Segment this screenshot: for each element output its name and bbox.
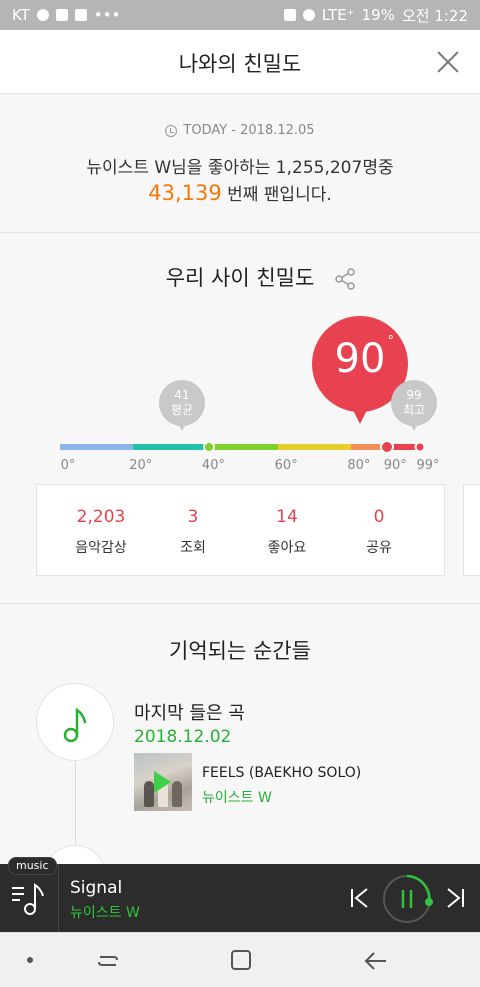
- max-bubble: 99 최고: [391, 380, 437, 431]
- fan-rank-suffix: 번째 팬입니다.: [227, 185, 332, 205]
- moment-date: 2018.12.02: [134, 727, 232, 747]
- intimacy-section: 우리 사이 친밀도 90 ° 41 평균 99 최고 0° 20° 40° 60° 80…: [0, 234, 480, 604]
- scale-segment: [60, 444, 133, 450]
- stat-value: 14: [276, 507, 298, 527]
- network-label: LTE⁺: [321, 6, 355, 24]
- silent-icon: [283, 9, 296, 21]
- stat-label: 공유: [366, 540, 392, 556]
- gallery-icon: [55, 9, 68, 21]
- stat-label: 조회: [180, 540, 206, 556]
- stat-listening: 2,203 음악감상: [51, 507, 151, 557]
- player-artist[interactable]: 뉴이스트 W: [70, 902, 140, 922]
- max-marker: [414, 441, 426, 453]
- stats-card: 2,203 음악감상 3 조회 14 좋아요 0 공유: [36, 484, 445, 576]
- scale-tick-label: 40°: [201, 458, 225, 473]
- intimacy-scale-bar: [60, 444, 420, 450]
- carrier-label: KT: [12, 6, 30, 24]
- fan-rank-number: 43,139: [148, 181, 222, 205]
- song-artist[interactable]: 뉴이스트 W: [202, 787, 272, 807]
- song-title[interactable]: FEELS (BAEKHO SOLO): [202, 765, 361, 781]
- stat-likes: 14 좋아요: [237, 507, 337, 557]
- clock-label: 오전 1:22: [401, 6, 468, 25]
- mini-player[interactable]: Signal 뉴이스트 W: [0, 864, 480, 932]
- nav-dot-icon[interactable]: [27, 957, 33, 963]
- stat-shares: 0 공유: [329, 507, 429, 557]
- recent-apps-icon[interactable]: [96, 949, 120, 973]
- stat-value: 2,203: [76, 507, 126, 527]
- scale-segment: [205, 444, 279, 450]
- scale-tick-label: 80°: [347, 458, 371, 473]
- max-label: 최고: [402, 403, 426, 417]
- system-nav-bar: [0, 932, 480, 987]
- battery-label: 19%: [361, 6, 395, 24]
- average-bubble: 41 평균: [159, 380, 205, 431]
- pause-button[interactable]: [381, 871, 437, 927]
- stat-views: 3 조회: [143, 507, 243, 557]
- stat-label: 음악감상: [75, 540, 127, 556]
- home-icon[interactable]: [231, 950, 251, 970]
- today-date: TODAY - 2018.12.05: [0, 123, 480, 138]
- max-value: 99: [406, 388, 422, 402]
- next-card-peek[interactable]: [463, 484, 480, 576]
- scale-segment: [132, 444, 206, 450]
- previous-icon[interactable]: [349, 886, 371, 910]
- page-header: 나와의 친밀도: [0, 30, 480, 94]
- notification-icon: [36, 9, 49, 21]
- user-marker: [380, 440, 395, 454]
- fan-rank-text: 43,139 번째 팬입니다.: [0, 180, 480, 205]
- today-date-label: TODAY - 2018.12.05: [183, 123, 315, 138]
- back-icon[interactable]: [363, 949, 389, 973]
- average-value: 41: [174, 388, 190, 402]
- player-track[interactable]: Signal: [70, 878, 122, 898]
- average-label: 평균: [170, 403, 194, 417]
- scale-tick-label: 20°: [129, 458, 153, 473]
- share-icon[interactable]: [333, 267, 357, 291]
- scale-segment: [278, 444, 351, 450]
- next-icon[interactable]: [444, 886, 466, 910]
- close-icon[interactable]: [430, 44, 466, 80]
- scale-tick-label: 60°: [274, 458, 298, 473]
- stat-value: 3: [187, 507, 199, 527]
- stat-value: 0: [373, 507, 385, 527]
- intimacy-title: 우리 사이 친밀도: [165, 266, 315, 290]
- more-notifications-icon: •••: [93, 6, 121, 24]
- fan-rank-section: TODAY - 2018.12.05 뉴이스트 W님을 좋아하는 1,255,2…: [0, 95, 480, 233]
- album-thumbnail[interactable]: [134, 753, 192, 811]
- status-bar: KT ••• LTE⁺ 19% 오전 1:22: [0, 0, 480, 30]
- music-tag: music: [8, 857, 57, 875]
- stat-label: 좋아요: [267, 540, 307, 556]
- scale-tick-label: 0°: [60, 458, 76, 473]
- moment-title: 마지막 들은 곡: [134, 703, 245, 724]
- music-note-icon: [63, 707, 87, 743]
- intimacy-degree: °: [387, 334, 395, 349]
- clock-icon: [165, 124, 178, 137]
- fan-count-text: 뉴이스트 W님을 좋아하는 1,255,207명중: [86, 158, 394, 178]
- timeline-node: [36, 683, 114, 761]
- alarm-icon: [302, 9, 315, 21]
- page-title: 나와의 친밀도: [178, 52, 302, 76]
- music-menu-icon[interactable]: [10, 880, 48, 918]
- scale-tick-label: 99°: [416, 458, 440, 473]
- play-icon[interactable]: [154, 771, 171, 793]
- moments-title: 기억되는 순간들: [169, 639, 311, 663]
- app-notification-icon: [74, 9, 87, 21]
- scale-tick-label: 90°: [383, 458, 407, 473]
- moments-section: 기억되는 순간들 마지막 들은 곡 2018.12.02 FEELS (BAEK…: [0, 605, 480, 907]
- average-marker: [203, 441, 216, 453]
